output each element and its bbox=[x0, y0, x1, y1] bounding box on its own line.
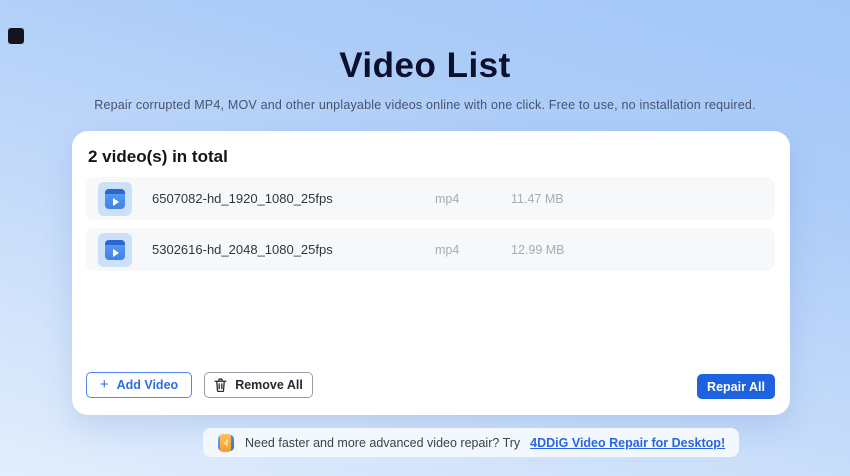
repair-all-label: Repair All bbox=[707, 380, 765, 394]
remove-all-button[interactable]: Remove All bbox=[204, 372, 313, 398]
promo-text: Need faster and more advanced video repa… bbox=[245, 436, 520, 450]
video-filename: 6507082-hd_1920_1080_25fps bbox=[152, 191, 435, 206]
video-row[interactable]: 6507082-hd_1920_1080_25fps mp4 11.47 MB bbox=[86, 177, 775, 220]
remove-all-label: Remove All bbox=[235, 378, 303, 392]
video-filename: 5302616-hd_2048_1080_25fps bbox=[152, 242, 435, 257]
repair-all-button[interactable]: Repair All bbox=[697, 374, 775, 399]
desktop-download-link[interactable]: 4DDiG Video Repair for Desktop! bbox=[530, 436, 725, 450]
trash-icon bbox=[214, 378, 227, 392]
video-count-label: 2 video(s) in total bbox=[88, 147, 228, 167]
desktop-promo-banner: Need faster and more advanced video repa… bbox=[203, 428, 739, 457]
video-format: mp4 bbox=[435, 243, 511, 257]
add-video-label: Add Video bbox=[117, 378, 179, 392]
page-title: Video List bbox=[0, 46, 850, 86]
corner-mark bbox=[8, 28, 24, 44]
4ddig-app-icon bbox=[217, 434, 235, 452]
video-file-icon bbox=[98, 182, 132, 216]
video-size: 12.99 MB bbox=[511, 243, 565, 257]
video-file-icon bbox=[98, 233, 132, 267]
video-rows: 6507082-hd_1920_1080_25fps mp4 11.47 MB … bbox=[86, 177, 775, 279]
page-subtitle: Repair corrupted MP4, MOV and other unpl… bbox=[0, 98, 850, 112]
video-size: 11.47 MB bbox=[511, 192, 564, 206]
video-list-card: 2 video(s) in total 6507082-hd_1920_1080… bbox=[72, 131, 790, 415]
add-video-button[interactable]: + Add Video bbox=[86, 372, 192, 398]
video-format: mp4 bbox=[435, 192, 511, 206]
plus-icon: + bbox=[100, 377, 109, 392]
video-row[interactable]: 5302616-hd_2048_1080_25fps mp4 12.99 MB bbox=[86, 228, 775, 271]
